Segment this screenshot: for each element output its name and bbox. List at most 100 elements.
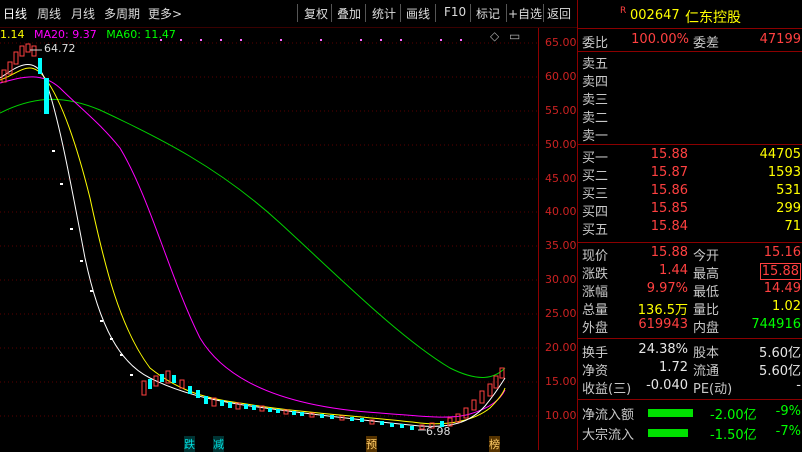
buy-label: 买三 (582, 187, 609, 202)
flow-row[interactable]: 净流入额 -2.00亿 -9% (578, 404, 802, 423)
quote-label: 涨跌 (582, 267, 609, 282)
quote-value: 15.88 (759, 263, 801, 280)
tab-multi-period[interactable]: 多周期 (104, 5, 140, 22)
tab-weekly[interactable]: 周线 (37, 5, 61, 22)
quote-label: 外盘 (582, 321, 609, 336)
fund-label: 流通 (693, 364, 720, 379)
quote-row: 涨幅 9.97% 最低 14.49 (578, 281, 802, 300)
sell-row[interactable]: 卖一 (578, 125, 802, 144)
y-tick: 50.00 (545, 138, 577, 151)
weibi-row: 委比 100.00% 委差 47199 (578, 32, 802, 51)
statistics-button[interactable]: 统计 (372, 5, 396, 22)
quote-row: 总量 136.5万 量比 1.02 (578, 299, 802, 318)
overlay-button[interactable]: 叠加 (337, 5, 361, 22)
y-tick: 45.00 (545, 172, 577, 185)
fund-value: 24.38% (638, 342, 688, 357)
stock-name: 仁东控股 (685, 10, 741, 26)
y-tick: 35.00 (545, 239, 577, 252)
buy-row[interactable]: 买二 15.87 1593 (578, 165, 802, 184)
buy-price: 15.85 (650, 201, 688, 216)
buy-label: 买五 (582, 223, 609, 238)
flow-bar (648, 409, 693, 417)
flow-pct: -9% (775, 404, 801, 419)
buy-price: 15.84 (650, 219, 688, 234)
flow-row[interactable]: 大宗流入 -1.50亿 -7% (578, 424, 802, 443)
fund-value: 5.60亿 (759, 364, 801, 379)
buy-row[interactable]: 买三 15.86 531 (578, 183, 802, 202)
buy-price: 15.88 (650, 147, 688, 162)
quote-value: 1.44 (659, 263, 688, 278)
y-tick: 30.00 (545, 273, 577, 286)
quote-row: 现价 15.88 今开 15.16 (578, 245, 802, 264)
flow-value: -1.50亿 (710, 428, 757, 443)
draw-line-button[interactable]: 画线 (406, 5, 430, 22)
flow-pct: -7% (775, 424, 801, 439)
high-price-label: 64.72 (44, 42, 76, 55)
weicha-label: 委差 (693, 36, 720, 51)
fund-value: 5.60亿 (759, 346, 801, 361)
quote-row: 外盘 619943 内盘 744916 (578, 317, 802, 336)
risk-badge: R (620, 6, 627, 16)
low-price-label: 6.98 (426, 425, 451, 438)
quote-value: 744916 (751, 317, 801, 332)
quote-label: 内盘 (693, 321, 720, 336)
y-tick: 15.00 (545, 375, 577, 388)
y-tick: 40.00 (545, 205, 577, 218)
flow-value: -2.00亿 (710, 408, 757, 423)
quote-value: 136.5万 (637, 303, 688, 318)
buy-row[interactable]: 买一 15.88 44705 (578, 147, 802, 166)
restore-rights-button[interactable]: 复权 (304, 5, 328, 22)
flow-label: 大宗流入 (582, 428, 635, 443)
quote-row: 涨跌 1.44 最高 15.88 (578, 263, 802, 282)
y-tick: 65.00 (545, 36, 577, 49)
back-button[interactable]: 返回 (547, 5, 571, 22)
sell-label: 卖一 (582, 129, 609, 144)
quote-label: 最低 (693, 285, 720, 300)
weibi-label: 委比 (582, 36, 609, 51)
sell-row[interactable]: 卖三 (578, 89, 802, 108)
price-axis: 65.00 60.00 55.00 50.00 45.00 40.00 35.0… (538, 28, 577, 450)
sell-label: 卖二 (582, 111, 609, 126)
weibi-value: 100.00% (631, 32, 689, 47)
f10-button[interactable]: F10 (444, 5, 466, 19)
sell-label: 卖四 (582, 75, 609, 90)
fund-value: - (796, 378, 801, 393)
buy-volume: 71 (784, 219, 801, 234)
mark-button[interactable]: 标记 (476, 5, 500, 22)
sell-row[interactable]: 卖五 (578, 53, 802, 72)
sell-row[interactable]: 卖四 (578, 71, 802, 90)
add-favorite-button[interactable]: +自选 (508, 5, 542, 22)
fund-row: 收益(三) -0.040 PE(动) - (578, 378, 802, 397)
quote-value: 14.49 (763, 281, 801, 296)
more-menu[interactable]: 更多> (148, 5, 182, 22)
kline-chart[interactable] (0, 28, 538, 450)
tab-daily[interactable]: 日线 (3, 5, 27, 22)
quote-label: 涨幅 (582, 285, 609, 300)
buy-row[interactable]: 买五 15.84 71 (578, 219, 802, 238)
stock-code: 002647 (630, 8, 680, 23)
sell-label: 卖三 (582, 93, 609, 108)
buy-row[interactable]: 买四 15.85 299 (578, 201, 802, 220)
quote-value: 15.88 (650, 245, 688, 260)
quote-value: 9.97% (646, 281, 688, 296)
buy-volume: 1593 (767, 165, 801, 180)
sell-row[interactable]: 卖二 (578, 107, 802, 126)
buy-volume: 44705 (759, 147, 801, 162)
quote-label: 量比 (693, 303, 720, 318)
buy-label: 买二 (582, 169, 609, 184)
buy-price: 15.87 (650, 165, 688, 180)
fund-label: 净资 (582, 364, 609, 379)
y-tick: 10.00 (545, 409, 577, 422)
y-tick: 20.00 (545, 341, 577, 354)
y-tick: 25.00 (545, 307, 577, 320)
quote-label: 现价 (582, 249, 609, 264)
fund-label: 股本 (693, 346, 720, 361)
quote-label: 最高 (693, 267, 720, 282)
flow-label: 净流入额 (582, 408, 635, 423)
quote-label: 今开 (693, 249, 720, 264)
stock-header: R 002647 仁东控股 (578, 0, 802, 29)
quote-panel: R 002647 仁东控股 委比 100.00% 委差 47199 卖五 卖四 … (577, 0, 802, 450)
buy-volume: 531 (776, 183, 801, 198)
tab-monthly[interactable]: 月线 (71, 5, 95, 22)
weicha-value: 47199 (759, 32, 801, 47)
